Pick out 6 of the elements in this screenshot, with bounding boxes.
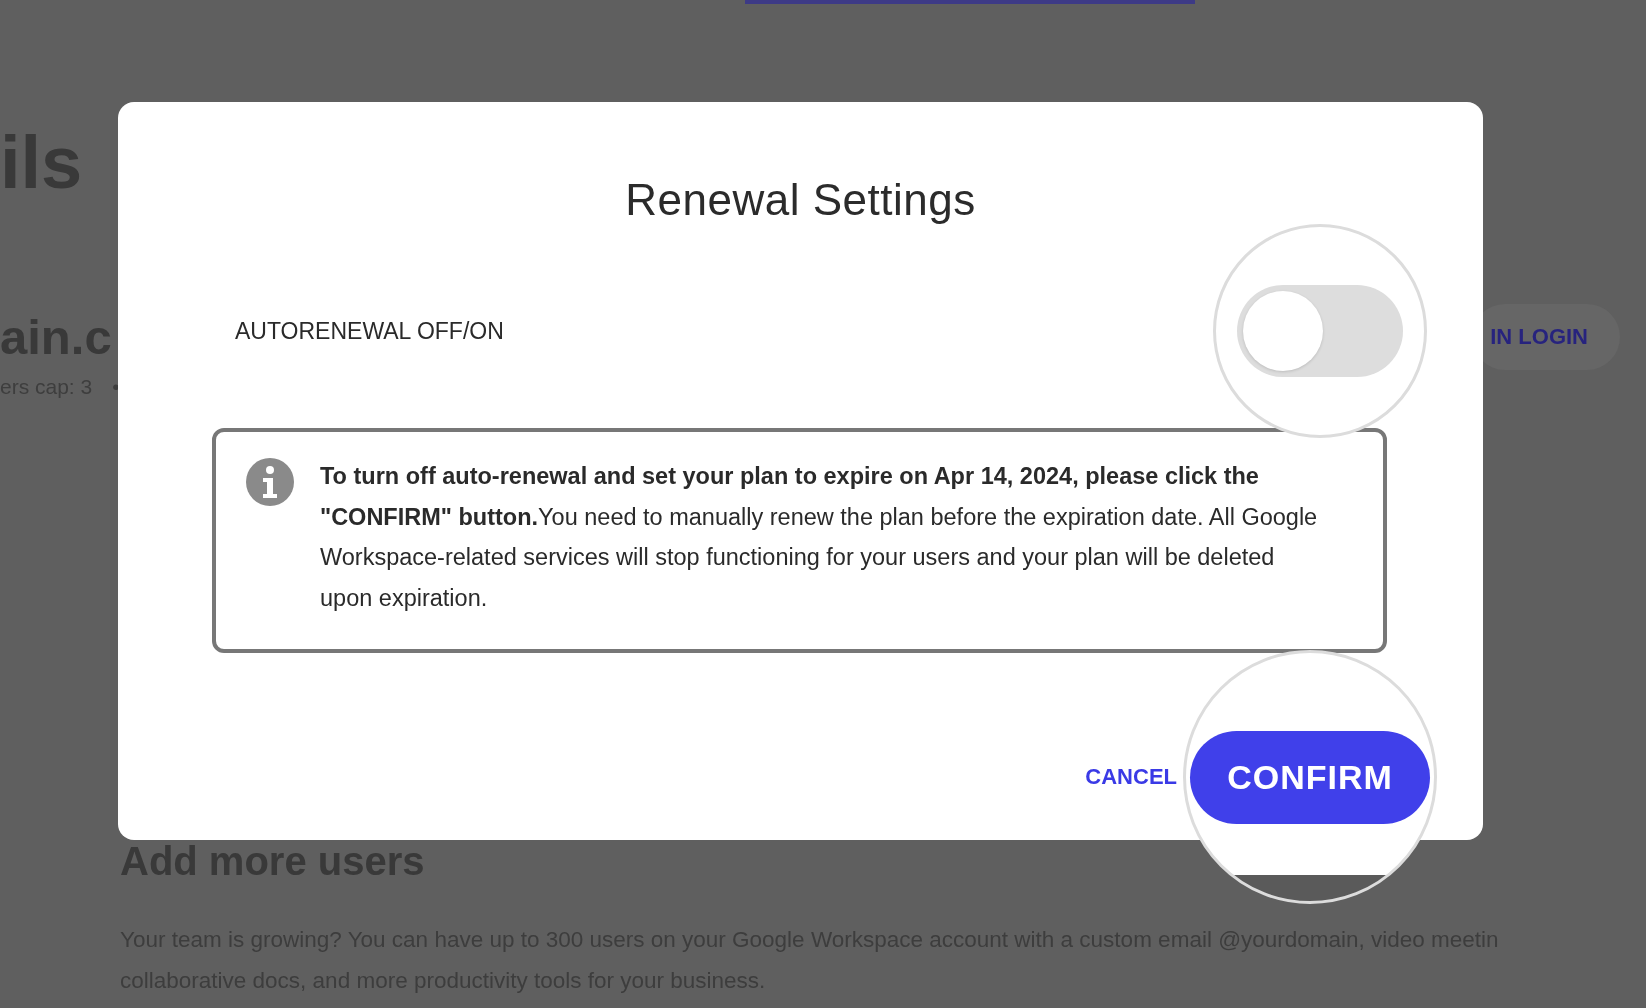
info-text: To turn off auto-renewal and set your plan to expire on Apr 14, 2024, please click the "CONFIRM" button.You need to manually renew the plan before the expiration date. All Google Workspace-related services will stop functioning for your users and your plan will be deleted upon expiration. <box>320 462 1319 613</box>
toggle-label: AUTORENEWAL OFF/ON <box>235 317 504 345</box>
dialog-title: Renewal Settings <box>624 176 977 224</box>
info-icon <box>246 458 294 506</box>
cancel-button[interactable]: CANCEL <box>1085 760 1177 794</box>
confirm-button[interactable]: CONFIRM <box>1190 730 1430 824</box>
